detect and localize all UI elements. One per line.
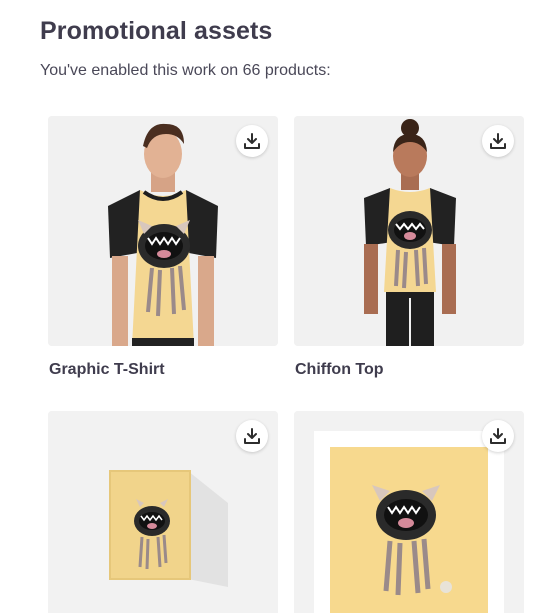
download-button[interactable] [482,420,514,452]
product-card-chiffon-top[interactable]: Chiffon Top [294,116,524,379]
download-icon [490,133,506,149]
section-title: Promotional assets [40,17,273,45]
download-icon [490,428,506,444]
product-image-framed-print[interactable] [294,411,524,613]
product-image-acrylic-block[interactable] [48,411,278,613]
product-card-acrylic-block[interactable] [48,411,278,613]
download-icon [244,428,260,444]
product-name[interactable]: Chiffon Top [294,361,524,379]
product-image-graphic-tshirt[interactable] [48,116,278,346]
download-button[interactable] [482,125,514,157]
product-image-chiffon-top[interactable] [294,116,524,346]
download-button[interactable] [236,125,268,157]
download-button[interactable] [236,420,268,452]
download-icon [244,133,260,149]
product-name[interactable]: Graphic T-Shirt [48,361,278,379]
section-subtitle: You've enabled this work on 66 products: [40,62,331,79]
product-card-framed-print[interactable] [294,411,524,613]
product-card-graphic-tshirt[interactable]: Graphic T-Shirt [48,116,278,379]
